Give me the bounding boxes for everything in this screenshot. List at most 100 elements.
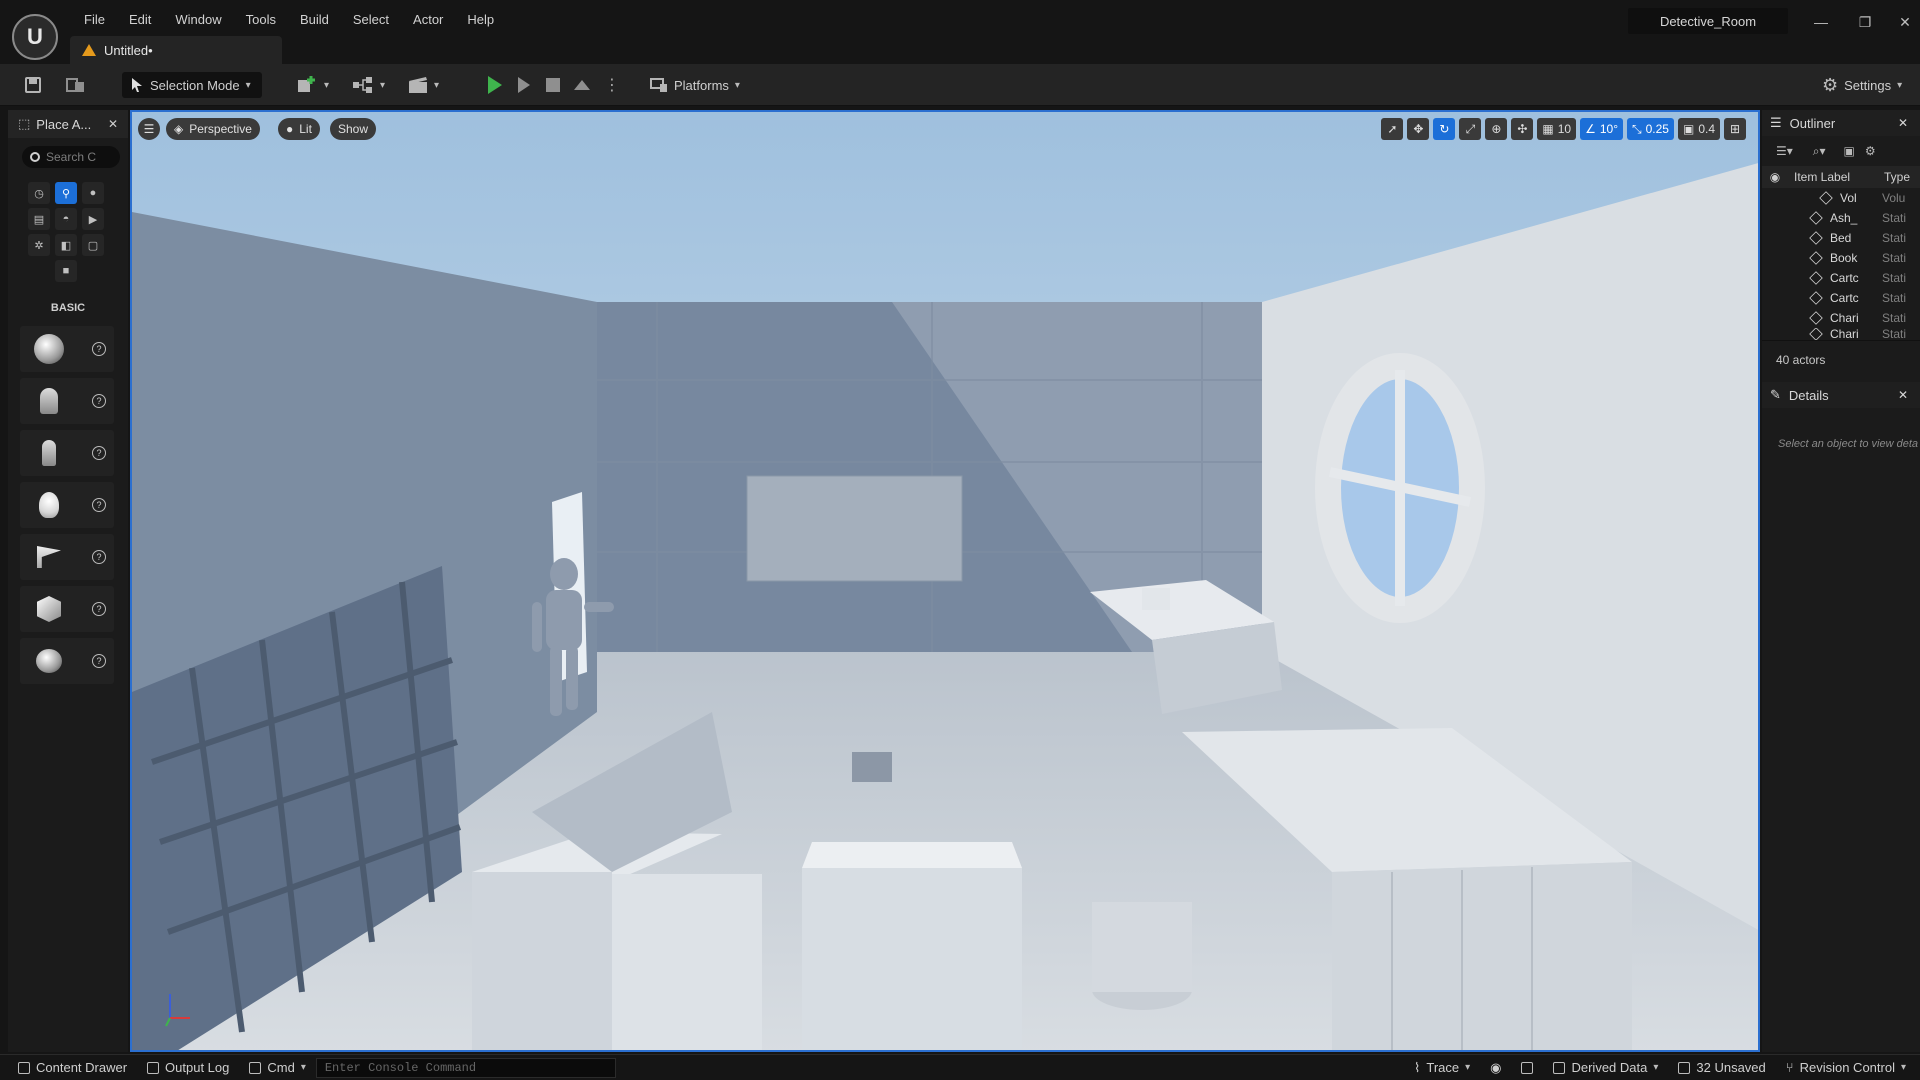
actor-cube[interactable]: ? (20, 586, 114, 632)
close-window-icon[interactable]: ✕ (1890, 12, 1920, 32)
details-tab[interactable]: ✎ Details ✕ (1762, 382, 1920, 408)
level-viewport[interactable]: ☰ ◈ Perspective ● Lit Show ➚ ✥ ↻ ⤢ ⊕ ✣ ▦… (130, 110, 1760, 1052)
screenshot-button[interactable] (1511, 1055, 1543, 1080)
unreal-logo-icon[interactable]: U (12, 14, 58, 60)
actor-sphere[interactable]: ? (20, 638, 114, 684)
rotate-tool-icon[interactable]: ↻ (1433, 118, 1456, 140)
menu-tools[interactable]: Tools (234, 10, 288, 29)
outliner-row[interactable]: Cartc Stati (1762, 268, 1920, 288)
trace-dropdown[interactable]: ⌇ Trace ▾ (1404, 1055, 1480, 1080)
modes-icon[interactable]: ■ (55, 260, 77, 282)
menu-file[interactable]: File (72, 10, 117, 29)
unsaved-icon (1678, 1061, 1691, 1074)
actor-empty-pawn[interactable]: ? (20, 430, 114, 476)
scale-snap-toggle[interactable]: ⤡ 0.25 (1627, 118, 1674, 140)
restore-icon[interactable]: ❐ (1850, 12, 1880, 32)
close-icon[interactable]: ✕ (1898, 388, 1908, 402)
chevron-down-icon: ▾ (245, 79, 251, 91)
cinematic-icon[interactable]: ▤ (28, 208, 50, 230)
eject-button[interactable] (574, 72, 590, 98)
basic-category-icon[interactable]: ⚲ (55, 182, 77, 204)
play-options-button[interactable]: ⋮ (604, 72, 620, 98)
menu-actor[interactable]: Actor (401, 10, 455, 29)
outliner-row[interactable]: Chari Stati (1762, 308, 1920, 328)
settings-dropdown[interactable]: ⚙ Settings ▾ (1822, 72, 1902, 98)
item-label-column[interactable]: Item Label (1788, 170, 1878, 184)
actor-player-start[interactable]: ? (20, 534, 114, 580)
translate-tool-icon[interactable]: ✥ (1407, 118, 1430, 140)
menu-help[interactable]: Help (455, 10, 506, 29)
platforms-dropdown[interactable]: Platforms ▾ (650, 72, 740, 98)
help-icon[interactable]: ? (92, 446, 106, 460)
outliner-row[interactable]: Bed Stati (1762, 228, 1920, 248)
close-icon[interactable]: ✕ (108, 117, 118, 131)
place-actors-search[interactable]: Search C (22, 146, 120, 168)
outliner-row[interactable]: Vol Volu (1762, 188, 1920, 208)
viewport-menu-icon[interactable]: ☰ (138, 118, 160, 140)
search-icon[interactable]: ⌕▾ (1813, 144, 1826, 159)
add-actor-button[interactable]: ▾ (296, 72, 329, 98)
filter-icon[interactable]: ☰▾ (1776, 144, 1793, 158)
visibility-eye-icon[interactable]: ◉ (1762, 170, 1788, 184)
gear-icon[interactable]: ⚙ (1865, 144, 1876, 158)
scale-tool-icon[interactable]: ⤢ (1459, 118, 1482, 140)
console-input[interactable]: Enter Console Command (315, 1057, 616, 1078)
geometry-icon[interactable]: ▶ (82, 208, 104, 230)
outliner-row[interactable]: Cartc Stati (1762, 288, 1920, 308)
menu-edit[interactable]: Edit (117, 10, 163, 29)
menu-window[interactable]: Window (163, 10, 233, 29)
output-log-button[interactable]: Output Log (137, 1055, 239, 1080)
perspective-dropdown[interactable]: ◈ Perspective (166, 118, 260, 140)
help-icon[interactable]: ? (92, 498, 106, 512)
visual-effects-icon[interactable]: ◓ (55, 208, 77, 230)
unsaved-button[interactable]: 32 Unsaved (1668, 1055, 1775, 1080)
add-folder-icon[interactable]: ▣ (1844, 144, 1855, 158)
content-drawer-button[interactable]: Content Drawer (0, 1055, 137, 1080)
help-icon[interactable]: ? (92, 342, 106, 356)
actor-empty-actor[interactable]: ? (20, 326, 114, 372)
revision-control-dropdown[interactable]: ⑂ Revision Control ▾ (1776, 1055, 1920, 1080)
outliner-row[interactable]: Book Stati (1762, 248, 1920, 268)
place-actors-tab[interactable]: ⬚ Place A... ✕ (8, 110, 128, 138)
cmd-dropdown[interactable]: Cmd ▾ (239, 1055, 315, 1080)
outliner-tab[interactable]: ☰ Outliner ✕ (1762, 110, 1920, 136)
grid-snap-toggle[interactable]: ▦ 10 (1537, 118, 1577, 140)
surface-snap-icon[interactable]: ✣ (1511, 118, 1534, 140)
outliner-row[interactable]: Chari Stati (1762, 327, 1920, 341)
blueprints-button[interactable]: ▾ (352, 72, 385, 98)
outliner-row[interactable]: Ash_ Stati (1762, 208, 1920, 228)
actor-point-light[interactable]: ? (20, 482, 114, 528)
cinematics-button[interactable]: ▾ (408, 72, 439, 98)
select-tool-icon[interactable]: ➚ (1381, 118, 1404, 140)
all-classes-icon[interactable]: ▢ (82, 234, 104, 256)
view-mode-dropdown[interactable]: ● Lit (278, 118, 320, 140)
rotation-snap-toggle[interactable]: ∠ 10° (1580, 118, 1623, 140)
level-tab[interactable]: Untitled• (70, 36, 282, 64)
play-button[interactable] (488, 72, 502, 98)
help-icon[interactable]: ? (92, 394, 106, 408)
type-column[interactable]: Type (1878, 170, 1910, 184)
minimize-icon[interactable]: — (1806, 12, 1836, 32)
maximize-viewport-icon[interactable]: ⊞ (1724, 118, 1746, 140)
record-button[interactable]: ◉ (1480, 1055, 1511, 1080)
selection-mode-dropdown[interactable]: Selection Mode ▾ (122, 72, 262, 98)
menu-build[interactable]: Build (288, 10, 341, 29)
show-dropdown[interactable]: Show (330, 118, 377, 140)
close-icon[interactable]: ✕ (1898, 116, 1908, 130)
camera-speed-button[interactable]: ▣ 0.4 (1677, 118, 1720, 140)
shapes-icon[interactable]: ◧ (55, 234, 77, 256)
actor-empty-character[interactable]: ? (20, 378, 114, 424)
menu-select[interactable]: Select (341, 10, 401, 29)
stop-button[interactable] (546, 72, 560, 98)
volumes-icon[interactable]: ✲ (28, 234, 50, 256)
help-icon[interactable]: ? (92, 654, 106, 668)
recent-icon[interactable]: ◷ (28, 182, 50, 204)
help-icon[interactable]: ? (92, 550, 106, 564)
browse-level-icon[interactable] (66, 72, 86, 98)
lights-icon[interactable]: ● (82, 182, 104, 204)
derived-data-dropdown[interactable]: Derived Data ▾ (1543, 1055, 1668, 1080)
world-local-icon[interactable]: ⊕ (1485, 118, 1508, 140)
advance-frame-button[interactable] (518, 72, 530, 98)
save-icon[interactable] (24, 72, 42, 98)
help-icon[interactable]: ? (92, 602, 106, 616)
